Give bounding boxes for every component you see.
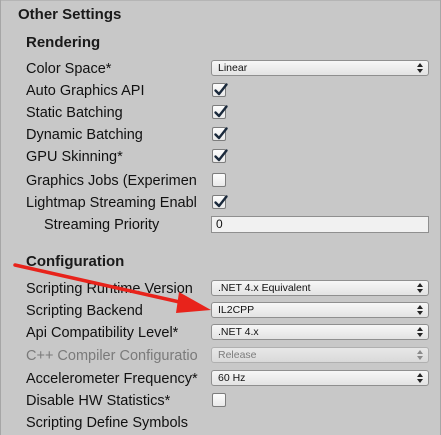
updown-arrow-icon bbox=[417, 63, 423, 73]
streaming-priority-label: Streaming Priority bbox=[44, 217, 160, 233]
scripting-backend-label: Scripting Backend bbox=[26, 303, 143, 319]
static-batching-row: Static Batching bbox=[1, 102, 440, 124]
scripting-backend-row: Scripting Backend IL2CPP bbox=[1, 300, 440, 322]
configuration-heading: Configuration bbox=[26, 253, 125, 270]
checkmark-icon bbox=[214, 127, 228, 140]
updown-arrow-icon bbox=[417, 373, 423, 383]
other-settings-title[interactable]: Other Settings bbox=[18, 6, 121, 23]
color-space-row: Color Space* Linear bbox=[1, 58, 440, 80]
auto-graphics-api-checkbox[interactable] bbox=[212, 83, 228, 97]
api-compat-dropdown[interactable]: .NET 4.x bbox=[211, 324, 429, 340]
color-space-value: Linear bbox=[218, 62, 248, 74]
color-space-dropdown[interactable]: Linear bbox=[211, 60, 429, 76]
updown-arrow-icon bbox=[417, 305, 423, 315]
updown-arrow-icon bbox=[417, 327, 423, 337]
graphics-jobs-checkbox[interactable] bbox=[212, 173, 226, 187]
gpu-skinning-label: GPU Skinning* bbox=[26, 149, 123, 165]
dynamic-batching-checkbox[interactable] bbox=[212, 127, 228, 141]
graphics-jobs-row: Graphics Jobs (Experimen bbox=[1, 170, 440, 192]
gpu-skinning-row: GPU Skinning* bbox=[1, 146, 440, 168]
scripting-backend-value: IL2CPP bbox=[218, 304, 255, 316]
checkmark-icon bbox=[214, 105, 228, 118]
lightmap-streaming-row: Lightmap Streaming Enabl bbox=[1, 192, 440, 214]
define-symbols-label: Scripting Define Symbols bbox=[26, 415, 188, 431]
api-compat-row: Api Compatibility Level* .NET 4.x bbox=[1, 322, 440, 344]
rendering-heading: Rendering bbox=[26, 34, 101, 51]
lightmap-streaming-label: Lightmap Streaming Enabl bbox=[26, 195, 197, 211]
cpp-compiler-row: C++ Compiler Configuratio Release bbox=[1, 345, 440, 367]
scripting-runtime-row: Scripting Runtime Version .NET 4.x Equiv… bbox=[1, 278, 440, 300]
gpu-skinning-checkbox[interactable] bbox=[212, 149, 228, 163]
cpp-compiler-value: Release bbox=[218, 349, 257, 361]
accelerometer-value: 60 Hz bbox=[218, 372, 246, 384]
dynamic-batching-label: Dynamic Batching bbox=[26, 127, 143, 143]
checkmark-icon bbox=[214, 195, 228, 208]
disable-hw-stats-label: Disable HW Statistics* bbox=[26, 393, 171, 409]
static-batching-label: Static Batching bbox=[26, 105, 123, 121]
accelerometer-label: Accelerometer Frequency* bbox=[26, 371, 198, 387]
static-batching-checkbox[interactable] bbox=[212, 105, 228, 119]
api-compat-value: .NET 4.x bbox=[218, 326, 259, 338]
auto-graphics-api-row: Auto Graphics API bbox=[1, 80, 440, 102]
streaming-priority-field[interactable]: 0 bbox=[211, 216, 429, 233]
color-space-label: Color Space* bbox=[26, 61, 112, 77]
dynamic-batching-row: Dynamic Batching bbox=[1, 124, 440, 146]
disable-hw-stats-row: Disable HW Statistics* bbox=[1, 390, 440, 412]
lightmap-streaming-checkbox[interactable] bbox=[212, 195, 228, 209]
checkmark-icon bbox=[214, 83, 228, 96]
streaming-priority-row: Streaming Priority 0 bbox=[1, 214, 440, 236]
auto-graphics-api-label: Auto Graphics API bbox=[26, 83, 145, 99]
scripting-runtime-value: .NET 4.x Equivalent bbox=[218, 282, 311, 294]
accelerometer-dropdown[interactable]: 60 Hz bbox=[211, 370, 429, 386]
checkmark-icon bbox=[214, 149, 228, 162]
cpp-compiler-label: C++ Compiler Configuratio bbox=[26, 348, 198, 364]
cpp-compiler-dropdown: Release bbox=[211, 347, 429, 363]
disable-hw-stats-checkbox[interactable] bbox=[212, 393, 226, 407]
api-compat-label: Api Compatibility Level* bbox=[26, 325, 179, 341]
scripting-runtime-dropdown[interactable]: .NET 4.x Equivalent bbox=[211, 280, 429, 296]
graphics-jobs-label: Graphics Jobs (Experimen bbox=[26, 173, 197, 189]
scripting-runtime-label: Scripting Runtime Version bbox=[26, 281, 193, 297]
scripting-backend-dropdown[interactable]: IL2CPP bbox=[211, 302, 429, 318]
updown-arrow-icon bbox=[417, 350, 423, 360]
accelerometer-row: Accelerometer Frequency* 60 Hz bbox=[1, 368, 440, 390]
top-divider bbox=[1, 0, 440, 1]
other-settings-panel: Other Settings Rendering Color Space* Li… bbox=[0, 0, 441, 435]
define-symbols-row: Scripting Define Symbols bbox=[1, 412, 440, 434]
updown-arrow-icon bbox=[417, 283, 423, 293]
